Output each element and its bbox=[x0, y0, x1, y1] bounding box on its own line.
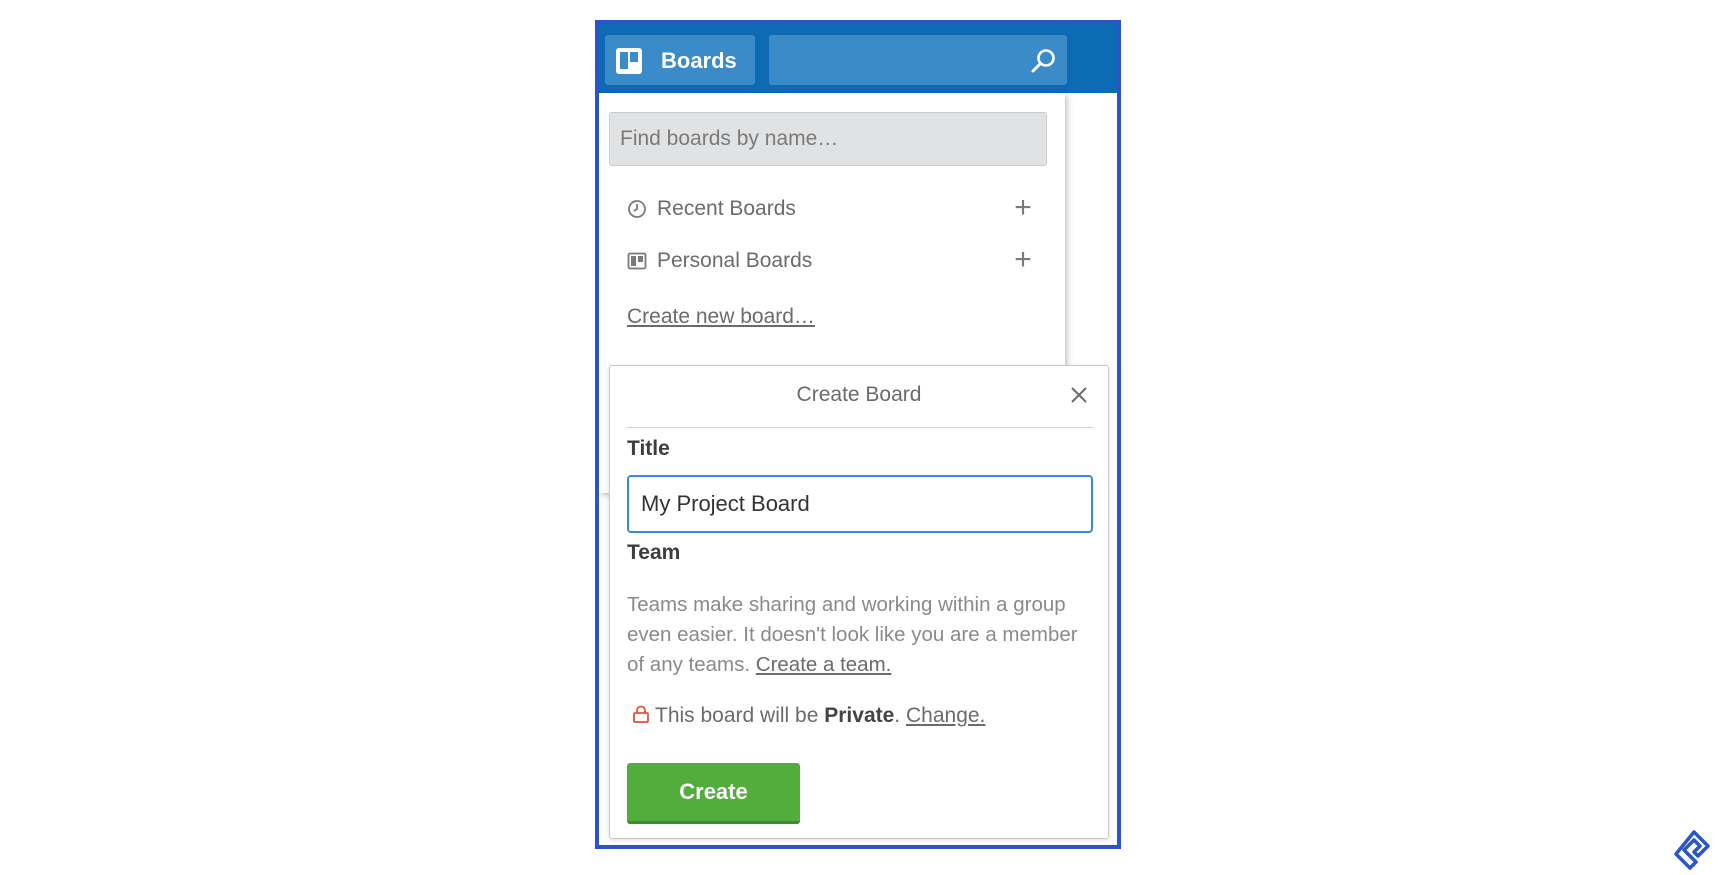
team-field-label: Team bbox=[627, 541, 681, 564]
popover-divider bbox=[627, 427, 1093, 428]
create-board-popover: Create Board Title Team Teams make shari… bbox=[609, 365, 1109, 839]
menu-item-recent-boards[interactable]: Recent Boards + bbox=[599, 189, 1065, 229]
privacy-row: This board will be Private. Change. bbox=[631, 704, 985, 728]
popover-title: Create Board bbox=[796, 383, 922, 406]
add-personal-board-plus-icon[interactable]: + bbox=[1009, 243, 1037, 277]
lock-icon bbox=[633, 705, 649, 723]
app-window: Boards Recent Boards + Personal B bbox=[595, 20, 1121, 849]
privacy-prefix: This board will be bbox=[655, 704, 819, 727]
board-icon bbox=[627, 252, 647, 270]
create-board-button[interactable]: Create bbox=[627, 763, 800, 824]
board-title-input[interactable] bbox=[627, 475, 1093, 533]
search-icon[interactable] bbox=[1029, 47, 1057, 75]
boards-button[interactable]: Boards bbox=[605, 35, 755, 85]
clock-icon bbox=[628, 200, 646, 218]
privacy-suffix: . bbox=[894, 704, 901, 727]
team-description: Teams make sharing and working within a … bbox=[627, 590, 1097, 680]
find-boards-input[interactable] bbox=[609, 112, 1047, 166]
title-field-label: Title bbox=[627, 437, 670, 460]
menu-item-label: Recent Boards bbox=[657, 197, 796, 220]
boards-icon bbox=[616, 48, 642, 74]
header-search-box[interactable] bbox=[769, 35, 1067, 85]
change-privacy-link[interactable]: Change. bbox=[906, 704, 985, 727]
add-recent-board-plus-icon[interactable]: + bbox=[1009, 191, 1037, 225]
menu-item-label: Personal Boards bbox=[657, 249, 813, 272]
create-new-board-link[interactable]: Create new board… bbox=[627, 305, 815, 329]
privacy-value: Private bbox=[824, 704, 895, 727]
close-icon[interactable] bbox=[1067, 383, 1091, 407]
create-team-link[interactable]: Create a team. bbox=[756, 653, 892, 676]
boards-button-label: Boards bbox=[661, 48, 737, 73]
menu-item-personal-boards[interactable]: Personal Boards + bbox=[599, 241, 1065, 281]
top-header-bar: Boards bbox=[599, 24, 1117, 93]
brand-logo-icon bbox=[1674, 830, 1710, 870]
